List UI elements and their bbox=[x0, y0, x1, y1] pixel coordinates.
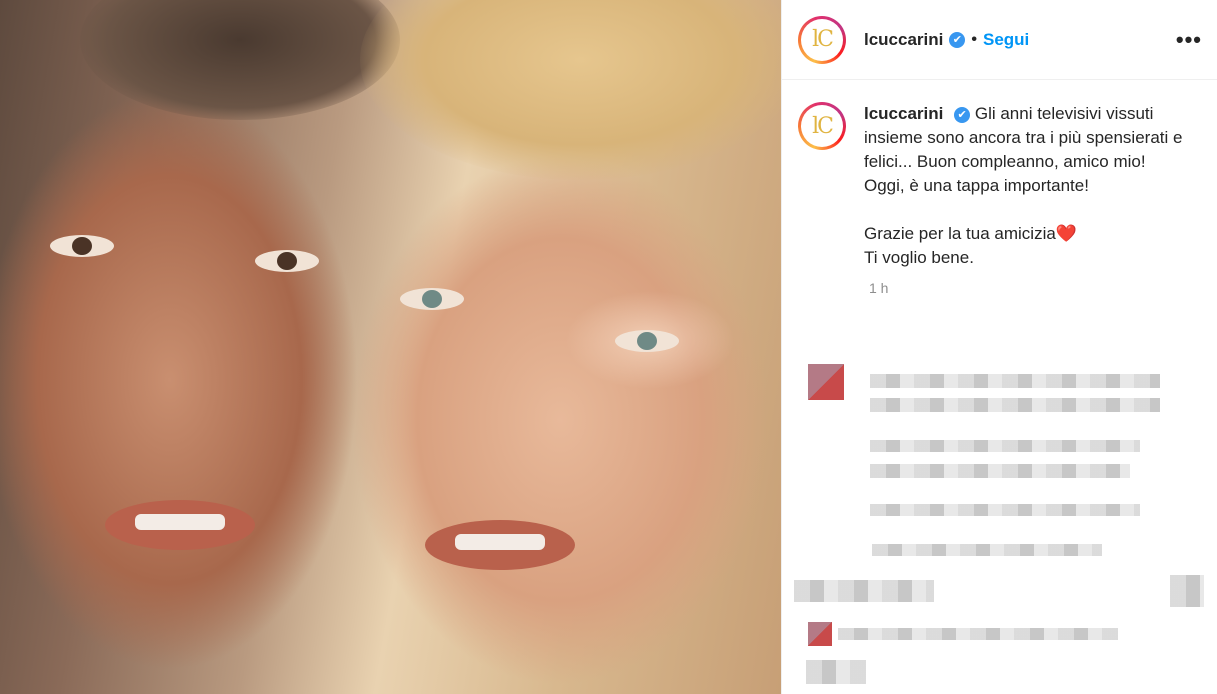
more-options-icon[interactable]: ••• bbox=[1176, 27, 1202, 53]
obscured-comment-avatar bbox=[808, 364, 844, 400]
obscured-comment-text bbox=[838, 628, 1118, 640]
post-header: lC lcuccarini ✔ • Segui ••• bbox=[782, 0, 1217, 80]
obscured-comment-text bbox=[870, 440, 1140, 452]
obscured-comment-text bbox=[870, 464, 1130, 478]
avatar-logo: lC bbox=[812, 27, 834, 52]
photo-eye bbox=[615, 330, 679, 352]
avatar[interactable]: lC bbox=[798, 15, 846, 64]
photo-eye bbox=[255, 250, 319, 272]
obscured-comment-text bbox=[794, 580, 934, 602]
obscured-comment-text bbox=[806, 660, 866, 684]
obscured-like-icon bbox=[1170, 575, 1204, 607]
photo-hair-left bbox=[80, 0, 400, 120]
post-timestamp[interactable]: 1 h bbox=[869, 280, 1217, 296]
photo-eye bbox=[50, 235, 114, 257]
photo-hair-right bbox=[360, 0, 781, 180]
obscured-comment-meta bbox=[870, 504, 1140, 516]
caption-line: Ti voglio bene. bbox=[864, 248, 974, 267]
post-side-panel: lC lcuccarini ✔ • Segui ••• lC lcuccarin… bbox=[781, 0, 1217, 694]
obscured-comment-avatar bbox=[808, 622, 832, 646]
caption-line: Grazie per la tua amicizia❤️ bbox=[864, 224, 1077, 243]
caption-line: Oggi, è una tappa importante! bbox=[864, 176, 1089, 195]
verified-icon: ✔ bbox=[949, 31, 966, 48]
avatar[interactable]: lC bbox=[798, 102, 846, 150]
obscured-comment-meta bbox=[872, 544, 1102, 556]
obscured-comment-text bbox=[870, 398, 1160, 412]
caption-username[interactable]: lcuccarini bbox=[864, 104, 943, 123]
avatar-logo: lC bbox=[812, 113, 834, 139]
caption-text: lcuccarini ✔ Gli anni televisivi vissuti… bbox=[864, 102, 1194, 270]
photo-eye bbox=[400, 288, 464, 310]
follow-button[interactable]: Segui bbox=[983, 30, 1029, 50]
photo-mouth bbox=[105, 500, 255, 550]
post-photo[interactable] bbox=[0, 0, 781, 694]
obscured-comment-text bbox=[870, 374, 1160, 388]
username-link[interactable]: lcuccarini bbox=[864, 30, 943, 50]
verified-icon: ✔ bbox=[954, 106, 971, 123]
post-caption: lC lcuccarini ✔ Gli anni televisivi viss… bbox=[782, 80, 1217, 270]
photo-mouth bbox=[425, 520, 575, 570]
separator-dot: • bbox=[971, 30, 977, 48]
